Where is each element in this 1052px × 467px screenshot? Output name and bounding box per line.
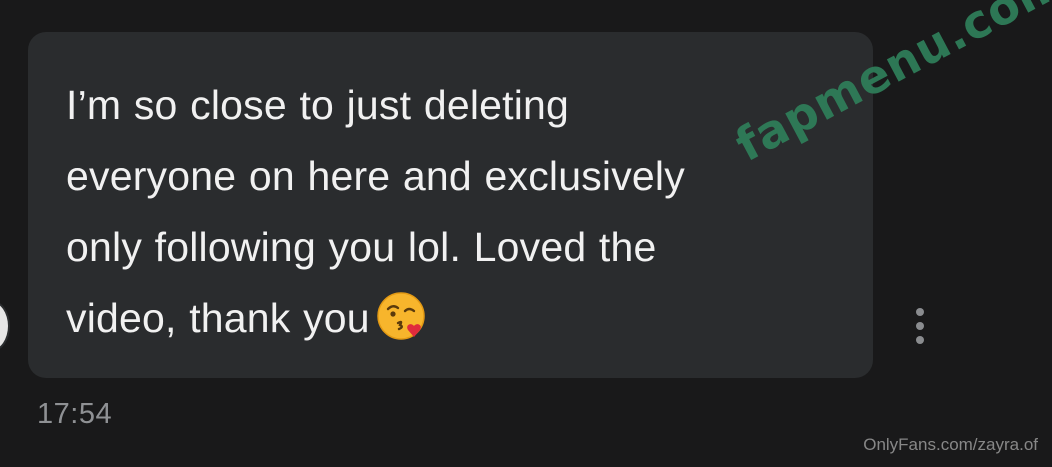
- ellipsis-dot: [916, 322, 924, 330]
- watermark-bottom: OnlyFans.com/zayra.of: [863, 435, 1038, 454]
- message-text: I’m so close to just deleting everyone o…: [66, 70, 833, 354]
- ellipsis-dot: [916, 336, 924, 344]
- kissing-face-emoji-icon: [377, 292, 425, 340]
- more-options-button[interactable]: [905, 306, 935, 346]
- vertical-ellipsis-icon: [916, 308, 924, 316]
- message-timestamp: 17:54: [37, 398, 113, 430]
- sender-avatar[interactable]: [0, 300, 10, 352]
- message-bubble[interactable]: I’m so close to just deleting everyone o…: [28, 32, 873, 378]
